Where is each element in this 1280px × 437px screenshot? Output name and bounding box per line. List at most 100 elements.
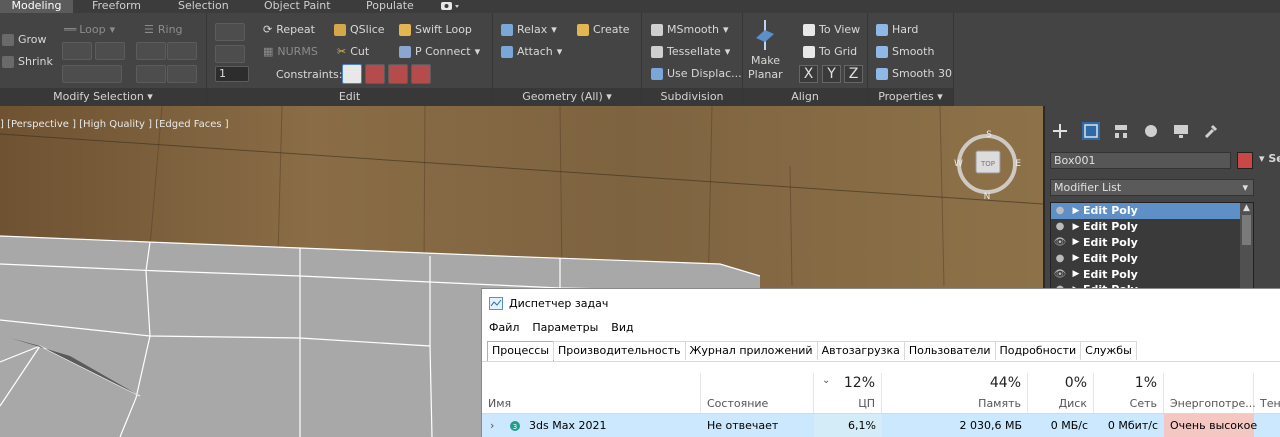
align-z-button[interactable]: Z (844, 65, 863, 83)
object-color-swatch[interactable] (1237, 152, 1253, 169)
make-planar-button[interactable]: Make (751, 54, 780, 67)
visibility-on-icon[interactable]: ● (1051, 253, 1069, 264)
p-connect-button[interactable]: P Connect ▾ (399, 45, 480, 58)
scroll-thumb[interactable] (1242, 215, 1251, 245)
cut-button[interactable]: ✂ Cut (337, 45, 369, 58)
modifier-stack-item[interactable]: 👁 ▶ Edit Poly (1051, 266, 1240, 282)
create-panel-icon[interactable] (1051, 122, 1069, 140)
expand-arrow-icon[interactable]: ▶ (1069, 206, 1083, 216)
repeat-button[interactable]: ⟳ Repeat (263, 23, 315, 36)
viewport-label[interactable]: ] [Perspective ] [High Quality ] [Edged … (0, 119, 229, 130)
spinner-input[interactable]: 1 (215, 66, 249, 82)
svg-text:3: 3 (513, 423, 517, 431)
grow-button[interactable]: Grow (2, 33, 47, 46)
ring-next-button[interactable] (167, 65, 197, 83)
preserve-uvs-button[interactable] (215, 23, 245, 41)
expand-arrow-icon[interactable]: ▶ (1069, 269, 1083, 279)
menu-options[interactable]: Параметры (532, 321, 598, 334)
tweak-button[interactable] (215, 45, 245, 63)
expand-arrow-icon[interactable]: ▶ (1069, 222, 1083, 232)
expand-arrow-icon[interactable]: ▶ (1069, 237, 1083, 247)
display-panel-icon[interactable] (1172, 122, 1190, 140)
tab-object-paint[interactable]: Object Paint (264, 0, 331, 13)
hard-button[interactable]: Hard (876, 23, 918, 36)
hierarchy-panel-icon[interactable] (1112, 122, 1130, 140)
ring-button[interactable]: ☰ Ring (144, 23, 183, 36)
tab-selection[interactable]: Selection (178, 0, 229, 13)
smooth30-button[interactable]: Smooth 30 (876, 67, 952, 80)
visibility-on-icon[interactable]: ● (1051, 221, 1069, 232)
expand-chevron-icon[interactable]: › (490, 414, 494, 437)
smooth-button[interactable]: Smooth (876, 45, 934, 58)
expand-arrow-icon[interactable]: ▶ (1069, 253, 1083, 263)
menu-view[interactable]: Вид (611, 321, 633, 334)
align-x-button[interactable]: X (799, 65, 818, 83)
attach-button[interactable]: Attach ▾ (501, 45, 562, 58)
column-header-cpu[interactable]: ⌄ 12% ЦП (814, 373, 882, 413)
nurms-button[interactable]: ▦ NURMS (263, 45, 318, 58)
tab-performance[interactable]: Производительность (553, 341, 686, 360)
modifier-stack-item[interactable]: ●▶Edit Poly (1051, 203, 1240, 219)
make-planar-button-2[interactable]: Planar (748, 68, 783, 81)
scroll-up-icon[interactable]: ▲ (1240, 203, 1253, 213)
ribbon-options-icon[interactable] (440, 0, 462, 13)
viewcube[interactable]: TOP S E W N (952, 129, 1022, 202)
panel-footer-modify-selection[interactable]: Modify Selection ▾ (0, 88, 206, 106)
object-name-field[interactable]: Box001 (1050, 152, 1231, 169)
motion-panel-icon[interactable] (1142, 122, 1160, 140)
panel-footer-geometry[interactable]: Geometry (All) ▾ (493, 88, 641, 106)
tessellate-button[interactable]: Tessellate ▾ (651, 45, 730, 58)
column-header-status[interactable]: Состояние (701, 373, 814, 413)
selection-rollout-label[interactable]: ▾ Se (1259, 152, 1280, 165)
tab-startup[interactable]: Автозагрузка (816, 341, 905, 360)
loop-shrink-button[interactable] (95, 42, 125, 60)
tab-freeform[interactable]: Freeform (92, 0, 141, 13)
tab-populate[interactable]: Populate (366, 0, 414, 13)
modify-panel-icon[interactable] (1082, 122, 1100, 140)
visibility-off-icon[interactable]: ● (1051, 205, 1069, 216)
tab-processes[interactable]: Процессы (487, 341, 555, 361)
constraint-edge-icon[interactable] (365, 64, 385, 84)
constraint-face-icon[interactable] (388, 64, 408, 84)
align-y-button[interactable]: Y (822, 65, 841, 83)
tab-users[interactable]: Пользователи (903, 341, 996, 360)
ring-prev-button[interactable] (136, 65, 166, 83)
loop-button[interactable]: ══ Loop ▾ (64, 23, 115, 36)
tab-details[interactable]: Подробности (994, 341, 1082, 360)
relax-button[interactable]: Relax ▾ (501, 23, 557, 36)
tab-services[interactable]: Службы (1080, 341, 1137, 360)
to-view-button[interactable]: To View (803, 23, 860, 36)
modifier-stack-item[interactable]: ●▶Edit Poly (1051, 250, 1240, 266)
qslice-button[interactable]: QSlice (334, 23, 385, 36)
grow-icon (2, 33, 14, 46)
column-header-memory[interactable]: 44% Память (882, 373, 1028, 413)
msmooth-button[interactable]: MSmooth ▾ (651, 23, 728, 36)
to-grid-button[interactable]: To Grid (803, 45, 857, 58)
ring-grow-button[interactable] (136, 42, 166, 60)
loop-mode-dropdown[interactable] (62, 65, 122, 83)
column-header-name[interactable]: Имя (482, 373, 701, 413)
modifier-stack-item[interactable]: 👁 ▶ Edit Poly (1051, 235, 1240, 251)
loop-grow-button[interactable] (62, 42, 92, 60)
process-row[interactable]: › 3 3ds Max 2021 Не отвечает 6,1% 2 030,… (482, 413, 1280, 437)
ring-shrink-button[interactable] (167, 42, 197, 60)
utilities-panel-icon[interactable] (1202, 122, 1220, 140)
column-header-network[interactable]: 1% Сеть (1094, 373, 1164, 413)
modifier-stack-item[interactable]: ●▶Edit Poly (1051, 219, 1240, 235)
swift-loop-button[interactable]: Swift Loop (399, 23, 472, 36)
shrink-button[interactable]: Shrink (2, 55, 53, 68)
use-displace-button[interactable]: Use Displac... (651, 67, 742, 80)
column-header-power-trend[interactable]: Тен (1254, 373, 1280, 413)
tab-app-history[interactable]: Журнал приложений (684, 341, 818, 360)
create-button[interactable]: Create (577, 23, 630, 36)
column-header-power[interactable]: Энергопотре... (1164, 373, 1256, 413)
constraint-normal-icon[interactable] (411, 64, 431, 84)
column-header-disk[interactable]: 0% Диск (1028, 373, 1094, 413)
panel-footer-properties[interactable]: Properties ▾ (868, 88, 953, 106)
visibility-off-icon[interactable]: 👁 (1051, 269, 1069, 280)
visibility-off-icon[interactable]: 👁 (1051, 237, 1069, 248)
tab-modeling[interactable]: Modeling (0, 0, 73, 13)
menu-file[interactable]: Файл (489, 321, 519, 334)
modifier-list-dropdown[interactable]: Modifier List ▾ (1050, 179, 1254, 196)
constraint-none-icon[interactable] (342, 64, 362, 84)
